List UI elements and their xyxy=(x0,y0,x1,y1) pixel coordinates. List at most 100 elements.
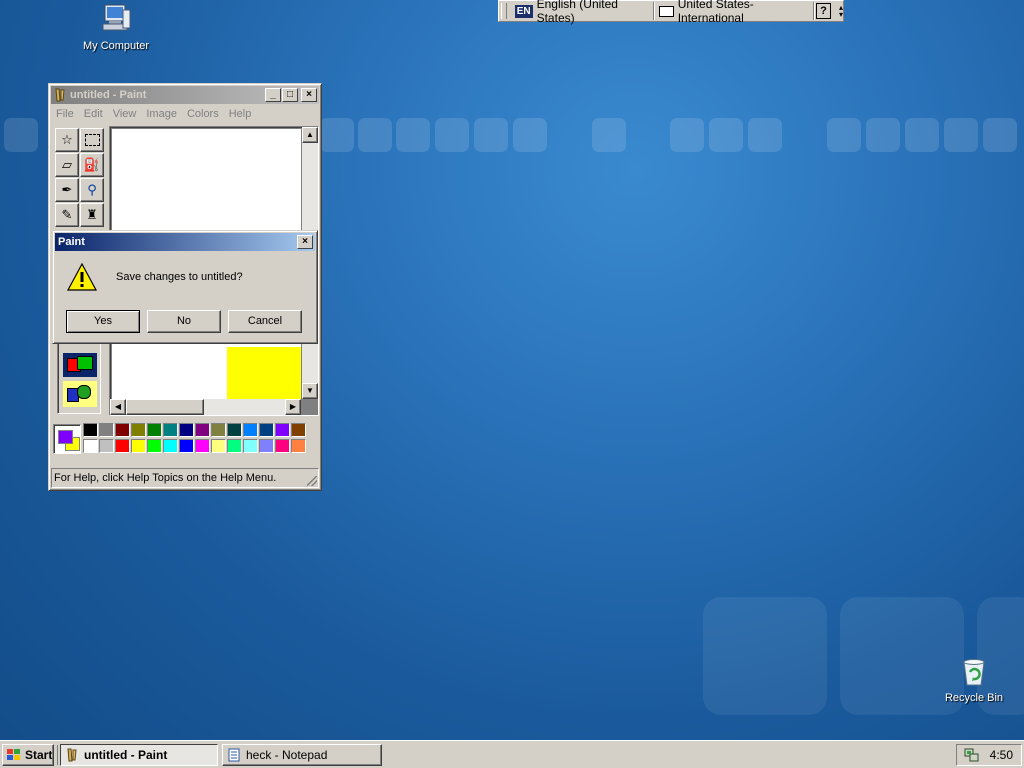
palette-color-swatch[interactable] xyxy=(115,439,130,453)
current-colors-indicator[interactable] xyxy=(53,424,81,454)
palette-color-swatch[interactable] xyxy=(115,423,130,437)
palette-color-swatch[interactable] xyxy=(131,423,146,437)
scroll-left-button[interactable]: ◀ xyxy=(110,399,126,415)
keyboard-layout-selector[interactable]: United States-International xyxy=(654,0,815,25)
palette-color-swatch[interactable] xyxy=(227,439,242,453)
close-button[interactable]: × xyxy=(301,88,317,102)
palette-color-swatch[interactable] xyxy=(211,423,226,437)
paint-menu-bar: File Edit View Image Colors Help xyxy=(51,105,319,123)
tool-options-box[interactable] xyxy=(57,338,101,414)
free-form-select-icon[interactable]: ☆ xyxy=(55,128,79,152)
save-changes-dialog: Paint × Save changes to untitled? Yes No… xyxy=(52,230,318,344)
scroll-right-button[interactable]: ▶ xyxy=(285,399,301,415)
taskbar: Start untitled - Paint heck - Notepad 4:… xyxy=(0,740,1024,768)
dialog-title-bar[interactable]: Paint × xyxy=(55,233,315,251)
paint-window-title: untitled - Paint xyxy=(70,89,147,101)
palette-color-swatch[interactable] xyxy=(259,423,274,437)
palette-color-swatch[interactable] xyxy=(291,423,306,437)
palette-color-swatch[interactable] xyxy=(179,439,194,453)
scroll-down-button[interactable]: ▼ xyxy=(302,383,318,399)
status-bar: For Help, click Help Topics on the Help … xyxy=(51,468,319,488)
scroll-up-button[interactable]: ▲ xyxy=(302,127,318,143)
foreground-color-swatch xyxy=(58,430,73,444)
recycle-bin-desktop-icon[interactable]: Recycle Bin xyxy=(929,656,1019,704)
palette-color-swatch[interactable] xyxy=(83,439,98,453)
language-bar-grip[interactable] xyxy=(501,3,507,19)
menu-file[interactable]: File xyxy=(51,108,79,120)
notepad-app-icon xyxy=(228,748,240,762)
taskbar-paint-label: untitled - Paint xyxy=(84,748,168,762)
palette-color-swatch[interactable] xyxy=(83,423,98,437)
eraser-icon[interactable]: ▱ xyxy=(55,153,79,177)
palette-color-swatch[interactable] xyxy=(243,439,258,453)
rect-select-icon[interactable] xyxy=(80,128,104,152)
menu-help[interactable]: Help xyxy=(224,108,257,120)
maximize-button[interactable]: □ xyxy=(282,88,298,102)
start-button[interactable]: Start xyxy=(2,744,54,766)
palette-color-swatch[interactable] xyxy=(291,439,306,453)
yes-button[interactable]: Yes xyxy=(66,310,140,333)
paint-app-icon xyxy=(55,88,65,102)
palette-color-swatch[interactable] xyxy=(131,439,146,453)
language-label: English (United States) xyxy=(536,0,618,25)
palette-color-swatch[interactable] xyxy=(163,423,178,437)
language-bar: EN English (United States) United States… xyxy=(498,0,844,25)
palette-color-swatch[interactable] xyxy=(211,439,226,453)
palette-color-swatch[interactable] xyxy=(195,423,210,437)
fill-bucket-icon[interactable]: ⛽ xyxy=(80,153,104,177)
yellow-fill-region xyxy=(227,347,301,399)
pencil-icon[interactable]: ✎ xyxy=(55,203,79,227)
recycle-bin-icon xyxy=(963,659,985,686)
color-palette xyxy=(83,423,313,455)
language-bar-options-arrow[interactable]: ▴ ▾ xyxy=(839,4,843,19)
palette-color-swatch[interactable] xyxy=(99,423,114,437)
horizontal-scroll-thumb[interactable] xyxy=(126,399,204,415)
taskbar-button-paint[interactable]: untitled - Paint xyxy=(60,744,218,766)
palette-color-swatch[interactable] xyxy=(259,439,274,453)
recycle-bin-label: Recycle Bin xyxy=(944,692,1004,704)
color-picker-icon[interactable]: ✒ xyxy=(55,178,79,202)
color-box xyxy=(53,422,317,458)
my-computer-desktop-icon[interactable]: My Computer xyxy=(71,2,161,52)
network-tray-icon[interactable] xyxy=(964,747,980,763)
dialog-title: Paint xyxy=(58,236,85,248)
horizontal-scrollbar[interactable]: ◀ ▶ xyxy=(110,399,301,415)
brush-icon[interactable]: ♜ xyxy=(80,203,104,227)
taskbar-button-notepad[interactable]: heck - Notepad xyxy=(222,744,382,766)
magnifier-icon[interactable]: ⚲ xyxy=(80,178,104,202)
palette-color-swatch[interactable] xyxy=(227,423,242,437)
language-code-badge: EN xyxy=(514,4,533,18)
menu-image[interactable]: Image xyxy=(141,108,182,120)
transparent-option-icon[interactable] xyxy=(63,381,97,407)
dialog-close-button[interactable]: × xyxy=(297,235,313,249)
palette-color-swatch[interactable] xyxy=(275,423,290,437)
start-label: Start xyxy=(25,748,53,762)
cancel-button[interactable]: Cancel xyxy=(228,310,302,333)
palette-color-swatch[interactable] xyxy=(179,423,194,437)
dialog-message: Save changes to untitled? xyxy=(116,271,243,283)
palette-color-swatch[interactable] xyxy=(195,439,210,453)
menu-view[interactable]: View xyxy=(108,108,142,120)
taskbar-notepad-label: heck - Notepad xyxy=(246,748,328,762)
palette-color-swatch[interactable] xyxy=(163,439,178,453)
palette-color-swatch[interactable] xyxy=(147,423,162,437)
input-language-selector[interactable]: EN English (United States) xyxy=(510,0,654,25)
minimize-button[interactable]: _ xyxy=(265,88,281,102)
keyboard-icon xyxy=(658,5,674,17)
palette-color-swatch[interactable] xyxy=(147,439,162,453)
opaque-option-icon[interactable] xyxy=(63,353,97,377)
menu-edit[interactable]: Edit xyxy=(79,108,108,120)
palette-color-swatch[interactable] xyxy=(99,439,114,453)
warning-icon xyxy=(66,262,98,291)
no-button[interactable]: No xyxy=(147,310,221,333)
system-tray: 4:50 xyxy=(956,744,1022,766)
paint-title-bar[interactable]: untitled - Paint _ □ × xyxy=(51,86,319,104)
clock[interactable]: 4:50 xyxy=(990,748,1013,762)
resize-grip[interactable] xyxy=(307,476,317,486)
menu-colors[interactable]: Colors xyxy=(182,108,224,120)
help-icon[interactable]: ? xyxy=(816,3,831,19)
palette-color-swatch[interactable] xyxy=(243,423,258,437)
palette-color-swatch[interactable] xyxy=(275,439,290,453)
status-text: For Help, click Help Topics on the Help … xyxy=(54,472,277,484)
my-computer-label: My Computer xyxy=(82,40,150,52)
